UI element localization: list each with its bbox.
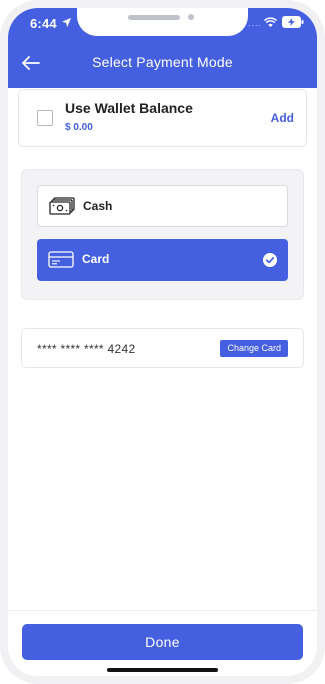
change-card-button[interactable]: Change Card [220, 340, 288, 357]
location-arrow-icon [61, 17, 72, 28]
app-header: 6:44 .... Select Payment Mode [8, 8, 317, 88]
battery-charging-icon [282, 16, 304, 28]
footer-divider [8, 610, 317, 611]
card-number: **** **** **** 4242 [37, 342, 136, 356]
home-indicator [107, 668, 218, 672]
check-circle-icon [263, 253, 277, 267]
speaker-grille [128, 15, 180, 20]
cash-icon [49, 197, 75, 215]
wallet-label: Use Wallet Balance [65, 100, 193, 116]
wallet-checkbox[interactable] [37, 110, 53, 126]
app-screen: 6:44 .... Select Payment Mode Use Wallet… [8, 8, 317, 676]
phone-frame: 6:44 .... Select Payment Mode Use Wallet… [0, 0, 325, 684]
done-button[interactable]: Done [22, 624, 303, 660]
add-wallet-button[interactable]: Add [271, 111, 294, 125]
credit-card-icon [48, 251, 74, 268]
wallet-balance-card: Use Wallet Balance $ 0.00 Add [18, 89, 307, 147]
front-camera [188, 14, 194, 20]
page-title: Select Payment Mode [92, 54, 233, 70]
payment-option-label: Cash [83, 199, 113, 213]
device-notch [77, 8, 248, 36]
payment-methods-panel: Cash Card [21, 169, 304, 300]
signal-dots-icon: .... [248, 18, 263, 28]
payment-option-card[interactable]: Card [37, 239, 288, 281]
payment-option-label: Card [82, 252, 110, 266]
payment-option-cash[interactable]: Cash [37, 185, 288, 227]
saved-card-row: **** **** **** 4242 Change Card [21, 328, 304, 368]
wifi-icon [264, 17, 277, 28]
status-time: 6:44 [30, 16, 57, 31]
wallet-amount: $ 0.00 [65, 122, 93, 133]
